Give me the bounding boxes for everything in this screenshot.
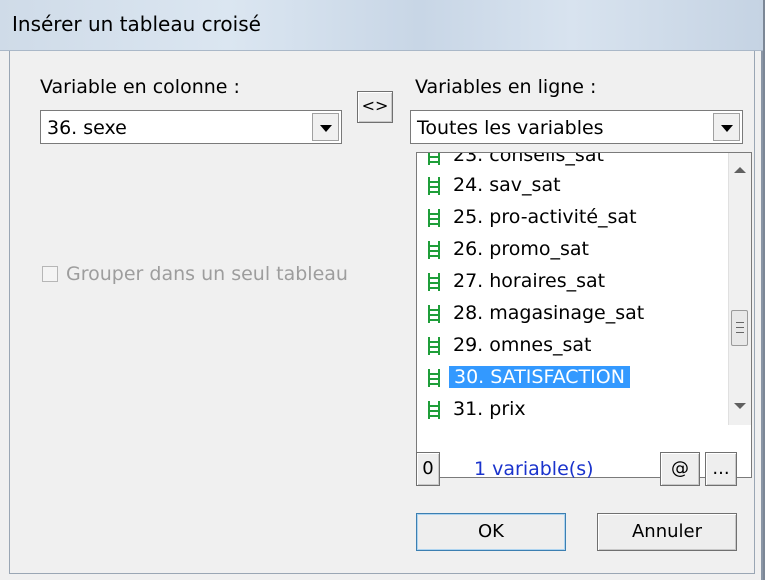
variable-icon: [428, 241, 440, 259]
variable-count-text: 1 variable(s): [474, 458, 594, 480]
variable-icon: [428, 209, 440, 227]
row-variables-filter-value: Toutes les variables: [417, 117, 604, 139]
variable-icon: [428, 337, 440, 355]
variable-icon: [428, 305, 440, 323]
scroll-thumb[interactable]: [731, 310, 748, 346]
window-title: Insérer un tableau croisé: [12, 12, 261, 36]
variable-icon: [428, 153, 440, 165]
more-button[interactable]: ...: [705, 452, 737, 486]
swap-button[interactable]: <>: [357, 91, 393, 123]
variable-icon: [428, 273, 440, 291]
scroll-up-arrow-icon[interactable]: [734, 167, 746, 173]
dialog-window: Insérer un tableau croisé Variable en co…: [0, 0, 763, 580]
ok-button[interactable]: OK: [416, 513, 566, 551]
title-bar[interactable]: Insérer un tableau croisé: [0, 0, 763, 51]
column-variable-dropdown[interactable]: 36. sexe: [40, 110, 342, 144]
variable-icon: [428, 369, 440, 387]
list-item-label: 28. magasinage_sat: [453, 302, 645, 324]
list-item-label: 23. conseils_sat: [453, 152, 604, 166]
list-item-label: 29. omnes_sat: [453, 334, 592, 356]
list-item-label: 30. SATISFACTION: [449, 366, 630, 388]
row-variables-label: Variables en ligne :: [415, 76, 597, 98]
column-variable-value: 36. sexe: [47, 117, 127, 139]
zero-button[interactable]: 0: [416, 452, 440, 486]
cancel-button[interactable]: Annuler: [597, 513, 737, 551]
chevron-down-icon[interactable]: [713, 113, 740, 141]
scroll-down-arrow-icon[interactable]: [734, 403, 746, 409]
group-checkbox: [42, 266, 58, 282]
variable-icon: [428, 401, 440, 419]
list-item-label: 27. horaires_sat: [453, 270, 606, 292]
variable-icon: [428, 177, 440, 195]
vertical-scrollbar[interactable]: [728, 153, 751, 425]
chevron-down-icon[interactable]: [312, 113, 339, 141]
group-checkbox-label: Grouper dans un seul tableau: [66, 263, 348, 285]
list-item-label: 26. promo_sat: [453, 238, 589, 260]
row-variables-filter-dropdown[interactable]: Toutes les variables: [410, 110, 743, 144]
list-item-label: 24. sav_sat: [453, 174, 561, 196]
at-button[interactable]: @: [660, 452, 700, 486]
variable-list[interactable]: 23. conseils_sat 24. sav_sat 25. pro-act…: [416, 152, 752, 478]
list-item-label: 31. prix: [453, 398, 526, 420]
list-item-label: 25. pro-activité_sat: [453, 206, 637, 228]
column-variable-label: Variable en colonne :: [40, 76, 240, 98]
